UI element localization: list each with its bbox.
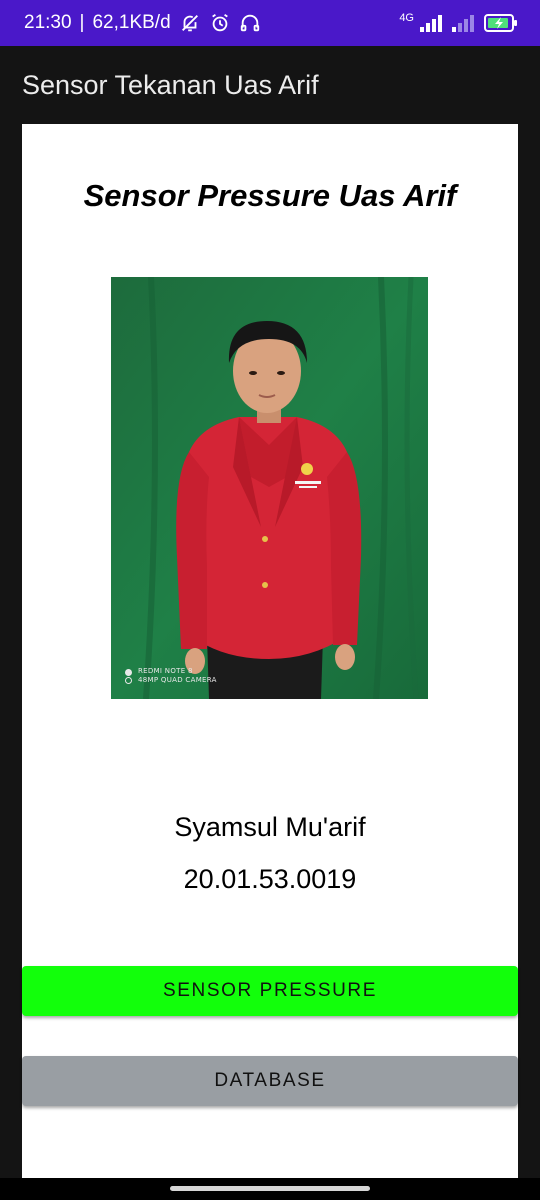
app-bar: Sensor Tekanan Uas Arif: [0, 46, 540, 124]
watermark-line1: REDMI NOTE 8: [138, 667, 193, 675]
home-gesture-handle[interactable]: [170, 1186, 370, 1191]
camera-watermark: REDMI NOTE 8 48MP QUAD CAMERA: [125, 667, 217, 685]
camera-watermark-icon: [125, 668, 132, 684]
signal-icon: [452, 14, 478, 32]
status-left: 21:30 | 62,1KB/d: [24, 12, 261, 34]
database-button[interactable]: DATABASE: [22, 1056, 518, 1106]
navigation-bar: [0, 1178, 540, 1200]
battery-charging-icon: [484, 13, 518, 33]
main-content: Sensor Pressure Uas Arif REDMI NOTE 8 48…: [22, 124, 518, 1178]
watermark-line2: 48MP QUAD CAMERA: [138, 676, 217, 684]
notifications-off-icon: [179, 12, 201, 34]
status-separator: |: [79, 12, 85, 33]
status-time: 21:30: [24, 12, 72, 33]
status-bar: 21:30 | 62,1KB/d 4G: [0, 0, 540, 46]
network-speed: 62,1KB/d: [92, 12, 171, 33]
sensor-pressure-button[interactable]: SENSOR PRESSURE: [22, 966, 518, 1016]
alarm-icon: [209, 12, 231, 34]
page-heading: Sensor Pressure Uas Arif: [83, 178, 457, 213]
student-id: 20.01.53.0019: [183, 864, 357, 894]
student-name: Syamsul Mu'arif: [174, 812, 366, 842]
profile-photo: REDMI NOTE 8 48MP QUAD CAMERA: [111, 277, 428, 699]
network-type: 4G: [399, 12, 414, 24]
status-right: 4G: [399, 13, 518, 33]
signal-icon: [420, 14, 446, 32]
headset-icon: [239, 12, 261, 34]
app-title: Sensor Tekanan Uas Arif: [22, 69, 319, 100]
